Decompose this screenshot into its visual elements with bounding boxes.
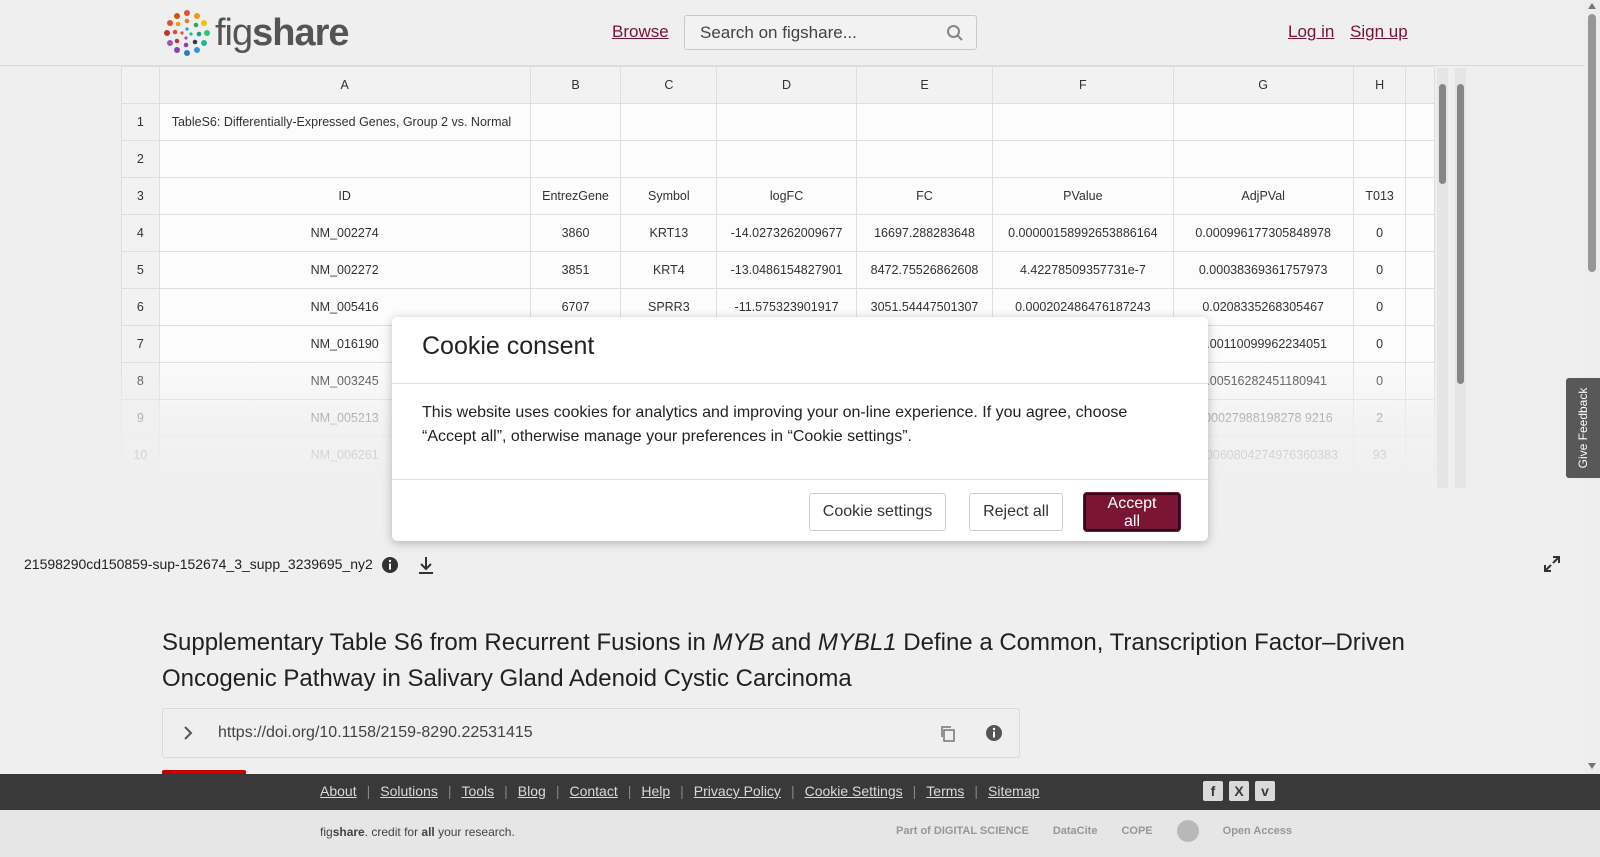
reject-all-button[interactable]: Reject all <box>969 493 1063 531</box>
cookie-dialog-title: Cookie consent <box>422 332 595 360</box>
divider <box>392 383 1208 384</box>
cookie-consent-dialog: Cookie consent This website uses cookies… <box>392 317 1208 541</box>
accept-all-button[interactable]: Accept all <box>1084 493 1180 531</box>
cookie-dialog-body: This website uses cookies for analytics … <box>422 404 1128 445</box>
divider <box>392 479 1208 480</box>
cookie-settings-button[interactable]: Cookie settings <box>809 493 946 531</box>
